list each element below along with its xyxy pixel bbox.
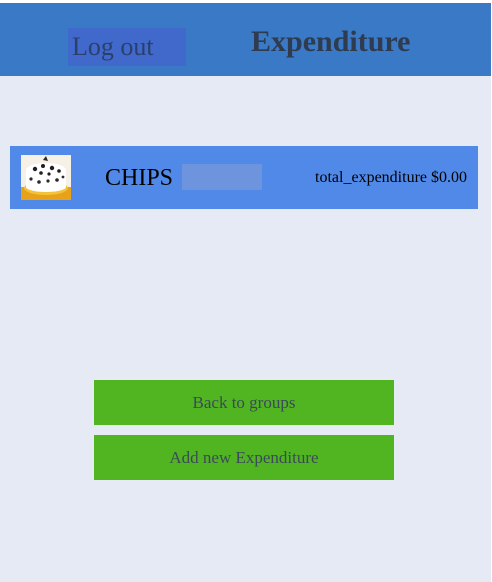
- logout-button[interactable]: Log out: [68, 28, 186, 66]
- total-expenditure-label: total_expenditure $0.00: [315, 169, 467, 186]
- name-highlight: [182, 164, 262, 190]
- app-header: Log out Expenditure: [0, 3, 491, 76]
- cake-icon: [21, 155, 71, 200]
- add-expenditure-button[interactable]: Add new Expenditure: [94, 435, 394, 480]
- group-item[interactable]: CHIPS total_expenditure $0.00: [10, 146, 478, 209]
- group-name: CHIPS: [105, 165, 174, 191]
- page-title: Expenditure: [251, 25, 411, 58]
- back-to-groups-button[interactable]: Back to groups: [94, 380, 394, 425]
